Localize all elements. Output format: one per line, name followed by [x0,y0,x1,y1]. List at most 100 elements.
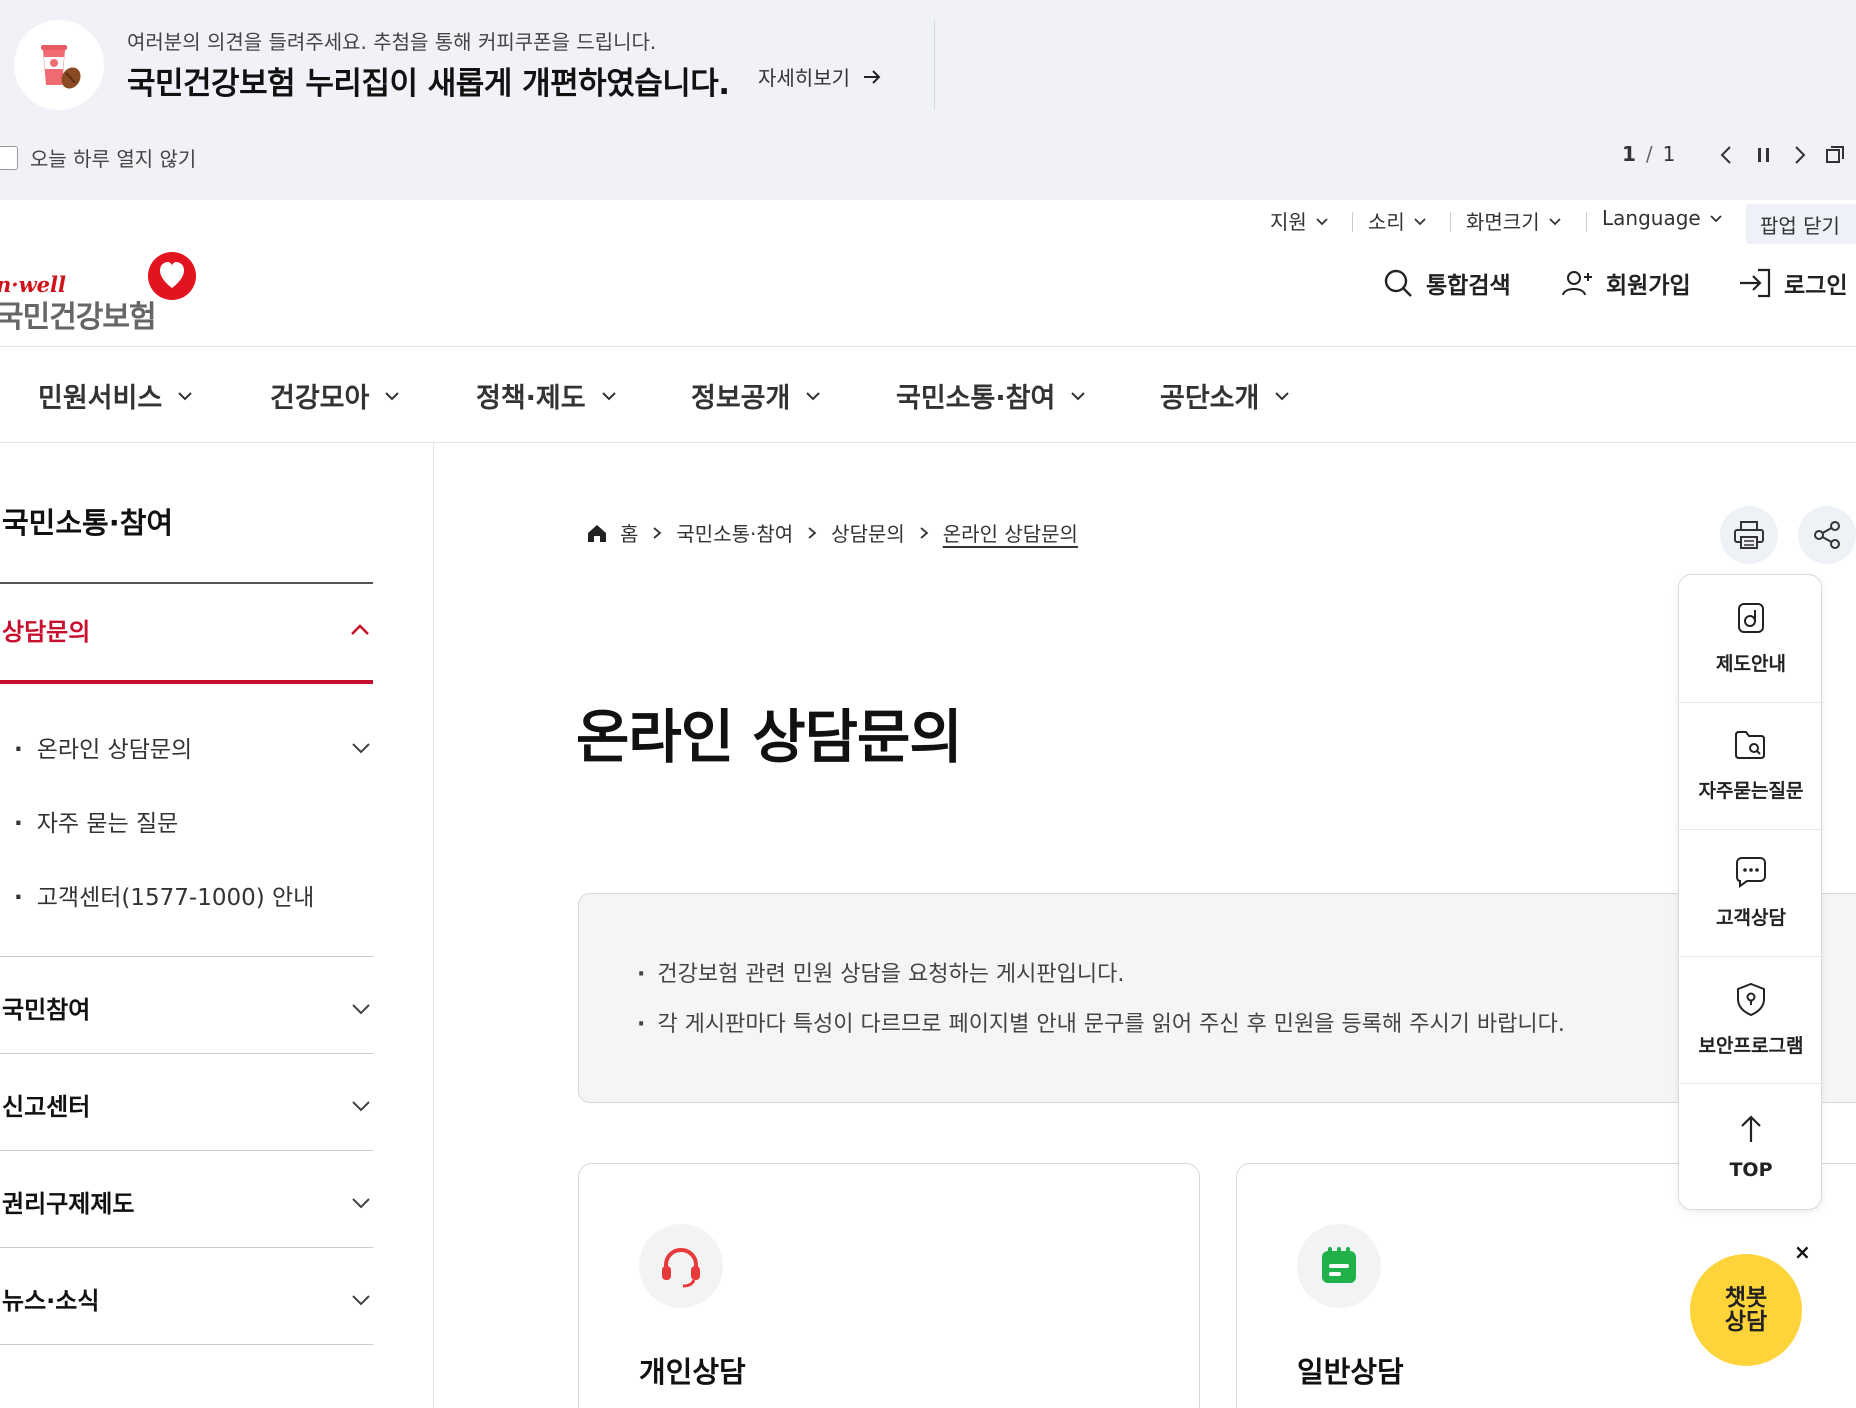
breadcrumb-current[interactable]: 온라인 상담문의 [943,518,1078,547]
utility-bar: 지원 소리 화면크기 Language 팝업 닫기 [0,200,1856,244]
util-support-dropdown[interactable]: 지원 [1270,206,1329,235]
lnb-group-news[interactable]: 뉴스·소식 [2,1281,372,1316]
lnb-group-label: 권리구제제도 [2,1190,135,1218]
lnb-sub-label: 자주 묻는 질문 [14,804,179,838]
checkbox-box[interactable] [0,145,18,170]
lnb-sub-online-consult[interactable]: 온라인 상담문의 [14,730,372,764]
lnb-divider [0,956,373,957]
page-title: 온라인 상담문의 [576,703,963,771]
folder-search-icon [1735,731,1765,759]
breadcrumb: 홈 국민소통·참여 상담문의 온라인 상담문의 [586,518,1078,547]
lnb-divider [0,1053,373,1054]
util-support-label: 지원 [1270,210,1307,234]
chevron-left-icon [1720,146,1731,164]
lnb-sub-customer-center[interactable]: 고객센터(1577-1000) 안내 [14,878,372,912]
chatbot-close-button[interactable]: × [1794,1240,1811,1264]
chatbot-label: 챗봇 상담 [1725,1286,1767,1334]
document-icon [1738,603,1764,633]
util-screen-size-dropdown[interactable]: 화면크기 [1466,206,1562,235]
dont-show-today-checkbox[interactable]: 오늘 하루 열지 않기 [0,143,196,172]
gnb-item-policy[interactable]: 정책·제도 [476,376,618,415]
pager-pause-button[interactable] [1753,144,1775,170]
share-button[interactable] [1798,506,1856,564]
popup-pager: 1 / 1 [1622,142,1675,166]
chevron-down-icon [1414,217,1426,225]
util-screen-size-label: 화면크기 [1466,210,1540,234]
chat-bubble-icon [1736,857,1766,888]
printer-icon [1734,521,1764,549]
popup-close-button[interactable]: 팝업 닫기 [1746,204,1856,244]
signup-button[interactable]: 회원가입 [1560,266,1691,300]
pager-next-button[interactable] [1788,144,1810,170]
breadcrumb-item[interactable]: 상담문의 [831,518,905,547]
util-sound-label: 소리 [1368,210,1405,234]
lnb-sub-faq[interactable]: 자주 묻는 질문 [14,804,372,838]
gnb-item-about[interactable]: 공단소개 [1160,376,1291,415]
chevron-down-icon [352,1003,370,1014]
lnb-group-rights-relief[interactable]: 권리구제제도 [2,1184,372,1219]
popup-more-label: 자세히보기 [758,66,850,90]
chevron-down-icon [1548,217,1561,225]
chevron-down-icon [1275,391,1290,400]
gnb-item-disclosure[interactable]: 정보공개 [691,376,822,415]
util-sound-dropdown[interactable]: 소리 [1368,206,1427,235]
popup-title: 국민건강보험 누리집이 새롭게 개편하였습니다. [127,66,730,102]
gnb-label: 공단소개 [1160,383,1260,414]
util-language-dropdown[interactable]: Language [1602,206,1723,230]
gnb-item-communication[interactable]: 국민소통·참여 [896,376,1087,415]
notice-popup: 여러분의 의견을 들려주세요. 추첨을 통해 커피쿠폰을 드립니다. 국민건강보… [0,0,1856,200]
chatbot-label-line2: 상담 [1724,1309,1768,1335]
pager-current: 1 [1622,142,1636,166]
chevron-down-icon [352,1197,370,1208]
quick-item-security[interactable]: 보안프로그램 [1679,956,1823,1083]
popup-more-link[interactable]: 자세히보기 [758,62,882,91]
notice-box: 건강보험 관련 민원 상담을 요청하는 게시판입니다. 각 게시판마다 특성이 … [578,893,1856,1103]
popup-divider [934,20,935,110]
chevron-down-icon [1710,215,1722,223]
card-title: 일반상담 [1297,1355,1404,1389]
quick-item-guide[interactable]: 제도안내 [1679,575,1823,702]
pager-viewall-button[interactable] [1824,144,1846,170]
lnb-group-label: 뉴스·소식 [2,1287,100,1315]
gnb-item-health[interactable]: 건강모아 [270,376,401,415]
lnb-sub-label: 고객센터(1577-1000) 안내 [14,878,315,912]
pager-prev-button[interactable] [1716,144,1738,170]
quick-item-faq[interactable]: 자주묻는질문 [1679,702,1823,829]
signup-label: 회원가입 [1606,273,1691,299]
headset-icon [639,1224,723,1308]
print-button[interactable] [1720,506,1778,564]
dont-show-today-label: 오늘 하루 열지 않기 [30,147,197,171]
login-button[interactable]: 로그인 [1738,266,1847,300]
quick-item-customer-consult[interactable]: 고객상담 [1679,829,1823,956]
notice-line: 건강보험 관련 민원 상담을 요청하는 게시판입니다. [637,956,1124,988]
quick-item-top[interactable]: TOP [1679,1083,1823,1210]
pager-separator: / [1645,142,1653,166]
breadcrumb-home[interactable]: 홈 [620,518,638,547]
lnb-group-label: 국민참여 [2,996,91,1024]
breadcrumb-item[interactable]: 국민소통·참여 [676,518,793,547]
chatbot-label-line1: 챗봇 [1724,1284,1768,1311]
lnb-active-underline [0,680,373,684]
lnb-group-report-center[interactable]: 신고센터 [2,1087,372,1122]
home-icon[interactable] [586,522,608,544]
lnb-item-consultation[interactable]: 상담문의 [2,612,372,647]
arrow-up-icon [1741,1114,1761,1142]
logo-korean: 국민건강보험 [0,300,157,335]
chevron-down-icon [601,391,616,400]
gnb-top-border [0,346,1856,347]
quick-item-label: 자주묻는질문 [1698,780,1804,802]
chevron-down-icon [352,1100,370,1111]
personal-consult-card[interactable]: 개인상담 [578,1163,1200,1408]
pager-total: 1 [1662,142,1676,166]
gnb-item-civil-service[interactable]: 민원서비스 [38,376,194,415]
pause-icon [1758,148,1769,162]
lnb-title: 국민소통·참여 [2,506,174,540]
quick-menu: 제도안내 자주묻는질문 고객상담 보안프로그램 TOP [1678,574,1823,1210]
site-logo[interactable]: n·well 국민건강보험 [0,248,216,335]
login-label: 로그인 [1784,273,1848,299]
integrated-search-button[interactable]: 통합검색 [1382,266,1511,300]
chatbot-button[interactable]: 챗봇 상담 [1690,1254,1802,1366]
lnb-group-participation[interactable]: 국민참여 [2,990,372,1025]
lnb-group-label: 신고센터 [2,1093,91,1121]
chevron-down-icon [352,1294,370,1305]
